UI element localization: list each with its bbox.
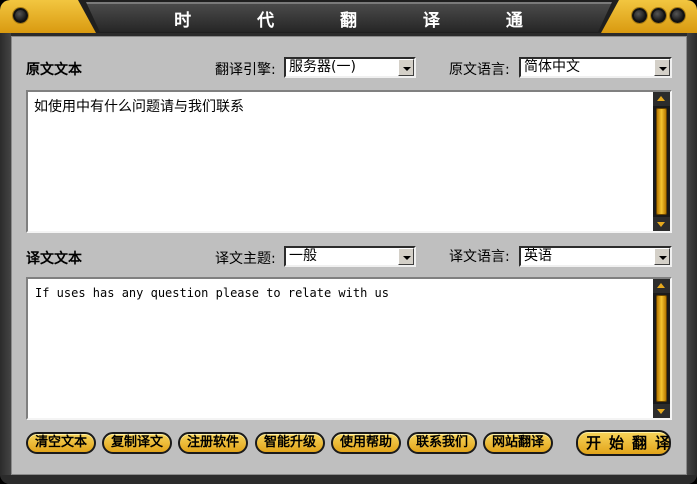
target-language-value: 英语 <box>524 248 552 264</box>
scroll-up-arrow-icon[interactable] <box>653 279 670 293</box>
copy-translation-button[interactable]: 复制译文 <box>102 432 172 454</box>
source-text-area[interactable]: 如使用中有什么问题请与我们联系 <box>26 90 672 233</box>
topic-select-value: 一般 <box>289 248 317 264</box>
maximize-button[interactable] <box>651 8 666 23</box>
help-button[interactable]: 使用帮助 <box>331 432 401 454</box>
source-language-label: 原文语言: <box>449 62 510 78</box>
source-language-value: 简体中文 <box>524 59 580 75</box>
engine-label: 翻译引擎: <box>215 62 276 78</box>
scroll-thumb[interactable] <box>656 295 667 402</box>
scroll-down-arrow-icon[interactable] <box>653 217 670 231</box>
chevron-down-icon[interactable] <box>654 59 670 76</box>
app-window: 时 代 翻 译 通 原文文本 翻译引擎: 服务器(一) 原文语言: 简体中文 如… <box>0 0 697 484</box>
title-bar[interactable]: 时 代 翻 译 通 <box>0 0 697 33</box>
scroll-up-arrow-icon[interactable] <box>653 92 670 106</box>
engine-select-value: 服务器(一) <box>289 59 356 75</box>
chevron-down-icon[interactable] <box>398 248 414 265</box>
target-language-label: 译文语言: <box>449 249 510 265</box>
smart-upgrade-button[interactable]: 智能升级 <box>255 432 325 454</box>
topic-select[interactable]: 一般 <box>284 246 416 267</box>
source-language-select[interactable]: 简体中文 <box>519 57 672 78</box>
target-text-label: 译文文本 <box>26 251 82 267</box>
target-scrollbar[interactable] <box>653 279 670 418</box>
frame-bottom-edge <box>0 475 697 484</box>
close-button[interactable] <box>670 8 685 23</box>
register-software-button[interactable]: 注册软件 <box>178 432 248 454</box>
main-panel: 原文文本 翻译引擎: 服务器(一) 原文语言: 简体中文 如使用中有什么问题请与… <box>11 36 687 475</box>
topic-label: 译文主题: <box>215 251 276 267</box>
target-language-select[interactable]: 英语 <box>519 246 672 267</box>
clear-text-button[interactable]: 清空文本 <box>26 432 96 454</box>
engine-select[interactable]: 服务器(一) <box>284 57 416 78</box>
chevron-down-icon[interactable] <box>398 59 414 76</box>
source-scrollbar[interactable] <box>653 92 670 231</box>
system-menu-button[interactable] <box>13 8 28 23</box>
source-text-label: 原文文本 <box>26 62 82 78</box>
start-translate-button[interactable]: 开始翻译 <box>576 430 671 456</box>
frame-right-edge <box>687 33 697 484</box>
contact-us-button[interactable]: 联系我们 <box>407 432 477 454</box>
window-title: 时 代 翻 译 通 <box>174 11 553 31</box>
frame-left-edge <box>0 33 11 484</box>
target-text-area[interactable]: If uses has any question please to relat… <box>26 277 672 420</box>
website-translate-button[interactable]: 网站翻译 <box>483 432 553 454</box>
scroll-thumb[interactable] <box>656 108 667 215</box>
minimize-button[interactable] <box>632 8 647 23</box>
target-text-content: If uses has any question please to relat… <box>35 286 390 300</box>
chevron-down-icon[interactable] <box>654 248 670 265</box>
scroll-down-arrow-icon[interactable] <box>653 404 670 418</box>
source-text-content: 如使用中有什么问题请与我们联系 <box>34 99 244 115</box>
